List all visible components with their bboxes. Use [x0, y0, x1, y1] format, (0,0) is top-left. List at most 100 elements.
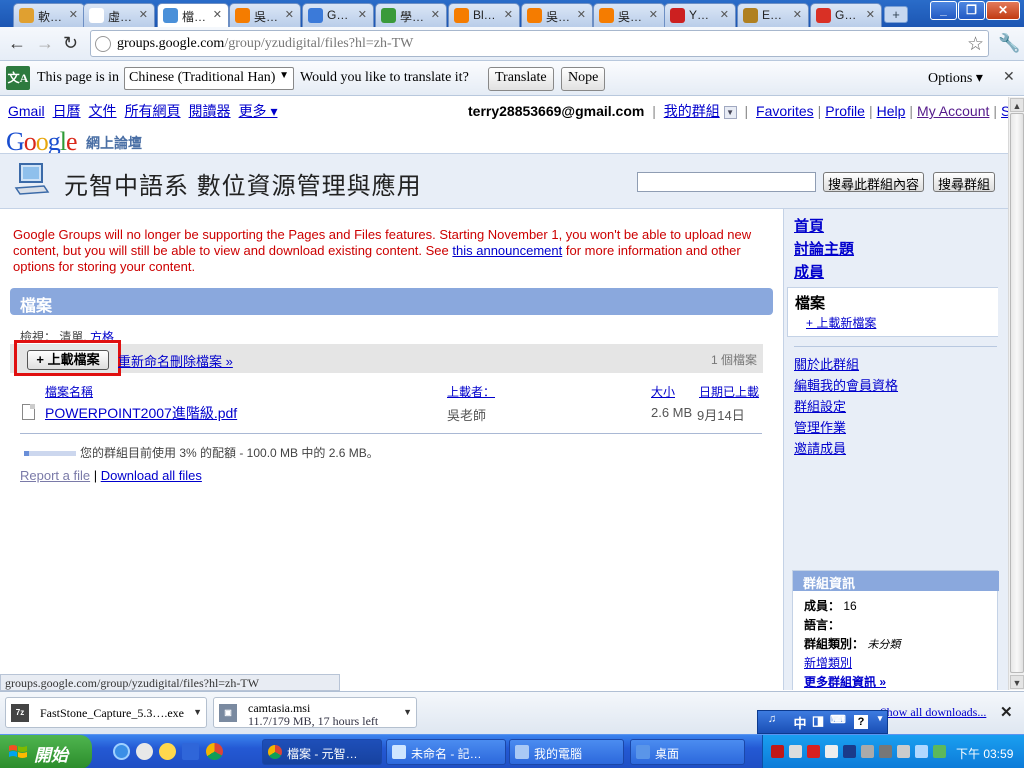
ie-icon[interactable] — [113, 743, 130, 760]
browser-tab[interactable]: 學… ✕ — [375, 3, 447, 27]
show-all-downloads-link[interactable]: Show all downloads... — [880, 705, 986, 720]
translate-options-menu[interactable]: Options ▾ — [928, 70, 983, 87]
file-name-link[interactable]: POWERPOINT2007進階級.pdf — [45, 403, 237, 423]
ime-keyboard-icon[interactable]: ⌨ — [830, 713, 846, 731]
search-groups-button[interactable]: 搜尋群組 — [933, 172, 996, 192]
account-link[interactable]: Profile — [825, 103, 865, 119]
gbar-link[interactable]: 所有網頁 — [125, 103, 181, 119]
invite-members-link[interactable]: 邀請成員 — [794, 438, 846, 457]
task-notepad[interactable]: 未命名 - 記… — [386, 739, 506, 765]
about-group-link[interactable]: 關於此群組 — [794, 354, 859, 373]
sidebar-item-files[interactable]: 檔案 + 上載新檔案 — [787, 287, 998, 337]
close-tab-icon[interactable]: ✕ — [504, 8, 513, 21]
tray-icon[interactable] — [843, 745, 856, 758]
browser-tab[interactable]: Bl… ✕ — [448, 3, 520, 27]
browser-tab[interactable]: G… ✕ — [810, 3, 882, 27]
ime-help-icon[interactable]: ? — [854, 715, 868, 729]
back-icon[interactable]: ← — [8, 33, 26, 53]
browser-tab[interactable]: 吳… ✕ — [521, 3, 593, 27]
media-player-icon[interactable] — [159, 743, 176, 760]
close-tab-icon[interactable]: ✕ — [720, 8, 729, 21]
upload-new-file-link[interactable]: + 上載新檔案 — [806, 314, 876, 331]
account-link[interactable]: Sign out — [1001, 103, 1008, 119]
gbar-link[interactable]: 更多 ▾ — [239, 103, 278, 119]
close-window-button[interactable]: ✕ — [986, 1, 1020, 20]
management-tasks-link[interactable]: 管理作業 — [794, 417, 846, 436]
tray-icon[interactable] — [789, 745, 802, 758]
sidebar-item-home[interactable]: 首頁 — [794, 215, 824, 236]
ime-icon[interactable]: ♫ — [764, 713, 780, 731]
close-tab-icon[interactable]: ✕ — [213, 8, 222, 21]
browser-tab[interactable]: 軟… ✕ — [13, 3, 85, 27]
chevron-down-icon[interactable]: ▾ — [872, 713, 888, 731]
reload-icon[interactable]: ↻ — [63, 33, 78, 53]
my-groups-dropdown-icon[interactable]: ▼ — [723, 105, 737, 119]
close-tab-icon[interactable]: ✕ — [431, 8, 440, 21]
minimize-button[interactable]: _ — [930, 1, 957, 20]
tray-icon[interactable] — [807, 745, 820, 758]
new-tab-button[interactable]: + — [884, 6, 908, 23]
download-item[interactable]: ▣ camtasia.msi 11.7/179 MB, 17 hours lef… — [213, 697, 417, 728]
task-desktop[interactable]: 桌面 — [630, 739, 745, 765]
tray-icon[interactable] — [897, 745, 910, 758]
task-my-computer[interactable]: 我的電腦 — [509, 739, 624, 765]
edit-membership-link[interactable]: 編輯我的會員資格 — [794, 375, 898, 394]
vertical-scrollbar[interactable]: ▲ ▼ — [1008, 97, 1024, 690]
browser-tab[interactable]: 虛… ✕ — [83, 3, 155, 27]
chevron-down-icon[interactable]: ▼ — [403, 707, 412, 717]
announcement-link[interactable]: this announcement — [452, 243, 562, 258]
sidebar-item-members[interactable]: 成員 — [794, 261, 824, 282]
ime-mode-chinese[interactable]: 中 — [792, 713, 808, 731]
start-button[interactable]: 開始 — [0, 735, 92, 768]
column-header-date[interactable]: 日期已上載 — [699, 383, 759, 400]
more-group-info-link[interactable]: 更多群組資訊 » — [804, 675, 886, 689]
column-header-uploader[interactable]: 上載者： — [447, 383, 495, 400]
ime-width-icon[interactable]: ◨ — [810, 713, 826, 731]
account-link[interactable]: My Account — [917, 103, 989, 119]
tray-icon[interactable] — [933, 745, 946, 758]
browser-tab[interactable]: 檔… ✕ — [157, 3, 229, 27]
tray-icon[interactable] — [771, 745, 784, 758]
task-chrome[interactable]: 檔案 - 元智… — [262, 739, 382, 765]
scroll-thumb[interactable] — [1010, 113, 1024, 673]
browser-tab[interactable]: G… ✕ — [302, 3, 374, 27]
close-shelf-icon[interactable]: ✕ — [1000, 703, 1013, 721]
close-tab-icon[interactable]: ✕ — [358, 8, 367, 21]
column-header-name[interactable]: 檔案名稱 — [45, 383, 93, 400]
scroll-up-icon[interactable]: ▲ — [1010, 98, 1024, 112]
download-all-link[interactable]: Download all files — [101, 468, 202, 483]
quicklaunch-icon[interactable] — [136, 743, 153, 760]
group-search-input[interactable] — [637, 172, 816, 192]
my-groups-link[interactable]: 我的群組 — [664, 103, 720, 119]
gbar-link[interactable]: Gmail — [8, 103, 45, 119]
scroll-down-icon[interactable]: ▼ — [1010, 675, 1024, 689]
sidebar-item-discussions[interactable]: 討論主題 — [794, 238, 854, 259]
close-tab-icon[interactable]: ✕ — [866, 8, 875, 21]
download-item[interactable]: 7z FastStone_Capture_5.3….exe ▼ — [5, 697, 207, 728]
desktop-icon[interactable] — [182, 743, 199, 760]
close-tab-icon[interactable]: ✕ — [285, 8, 294, 21]
bookmark-star-icon[interactable]: ☆ — [967, 33, 984, 56]
close-tab-icon[interactable]: ✕ — [139, 8, 148, 21]
close-tab-icon[interactable]: ✕ — [577, 8, 586, 21]
nope-button[interactable]: Nope — [561, 67, 606, 91]
network-icon[interactable] — [915, 745, 928, 758]
browser-tab[interactable]: Y… ✕ — [664, 3, 736, 27]
chevron-down-icon[interactable]: ▼ — [193, 707, 202, 717]
gbar-link[interactable]: 文件 — [89, 103, 117, 119]
chrome-icon[interactable] — [206, 743, 223, 760]
close-tab-icon[interactable]: ✕ — [649, 8, 658, 21]
gbar-link[interactable]: 閱讀器 — [189, 103, 231, 119]
add-category-link[interactable]: 新增類別 — [804, 656, 852, 670]
account-link[interactable]: Help — [877, 103, 906, 119]
language-select[interactable]: Chinese (Traditional Han) ▼ — [124, 67, 294, 90]
tray-icon[interactable] — [825, 745, 838, 758]
gbar-link[interactable]: 日曆 — [53, 103, 81, 119]
search-this-group-button[interactable]: 搜尋此群組內容 — [823, 172, 925, 192]
browser-tab[interactable]: E… ✕ — [737, 3, 809, 27]
column-header-size[interactable]: 大小 — [651, 383, 675, 400]
tray-icon[interactable] — [861, 745, 874, 758]
volume-icon[interactable] — [879, 745, 892, 758]
address-bar[interactable]: groups.google.com/group/yzudigital/files… — [90, 30, 989, 57]
close-tab-icon[interactable]: ✕ — [793, 8, 802, 21]
